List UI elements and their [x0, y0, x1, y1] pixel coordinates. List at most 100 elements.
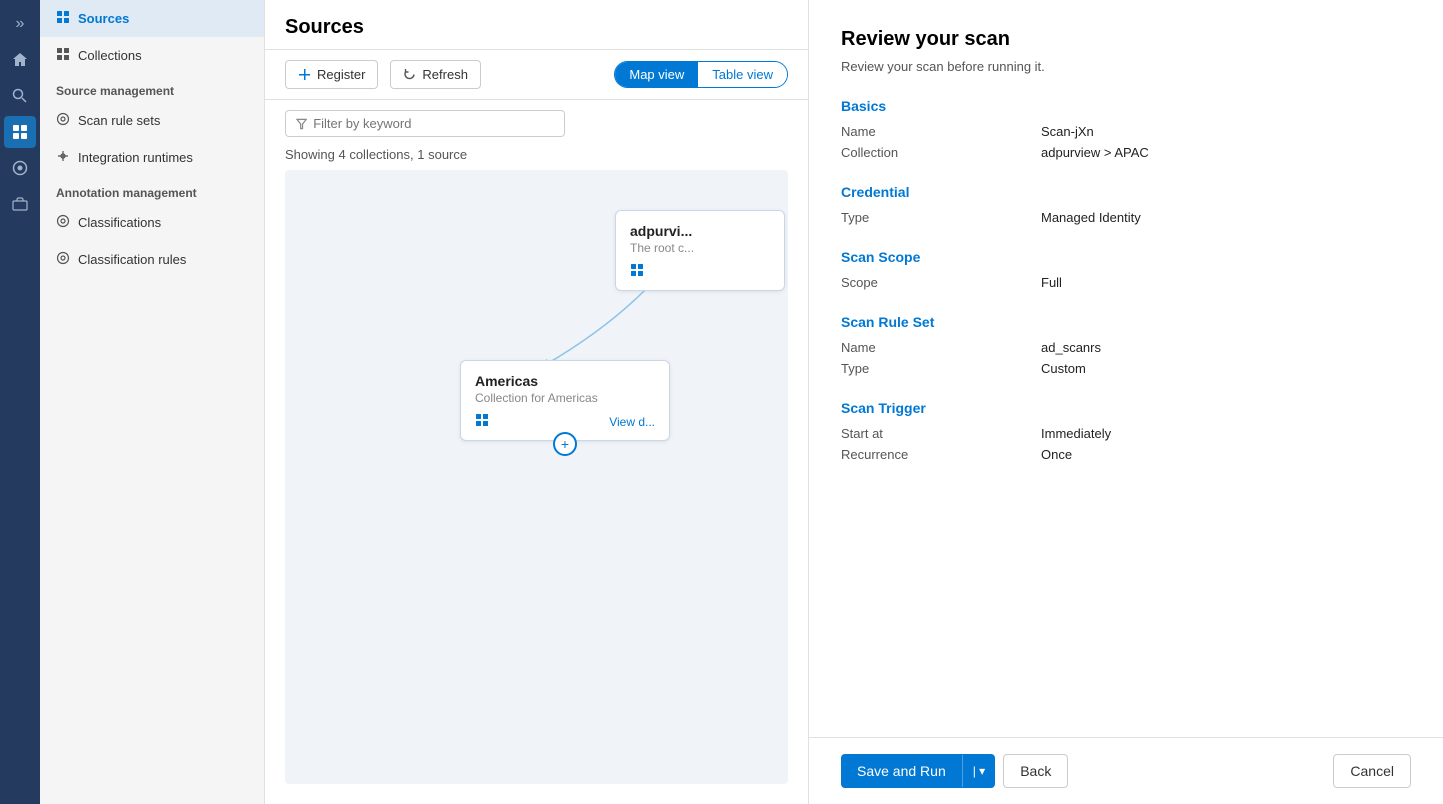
integration-icon [56, 149, 70, 166]
review-section-scan-rule-set: Scan Rule Set Name ad_scanrs Type Custom [841, 314, 1411, 376]
scan-rule-set-name-label: Name [841, 340, 1041, 355]
scan-scope-label: Scope [841, 275, 1041, 290]
adpurview-card-title: adpurvi... [630, 223, 770, 239]
americas-card-title: Americas [475, 373, 655, 389]
adpurview-card: adpurvi... The root c... [615, 210, 785, 291]
sources-icon [56, 10, 70, 27]
basics-section-title: Basics [841, 98, 1411, 114]
americas-add-button[interactable]: + [553, 432, 577, 456]
icon-rail: » [0, 0, 40, 804]
review-panel-subtitle: Review your scan before running it. [841, 59, 1411, 74]
scan-scope-section-title: Scan Scope [841, 249, 1411, 265]
filter-keyword-input[interactable] [313, 116, 554, 131]
americas-card-subtitle: Collection for Americas [475, 391, 655, 405]
scan-rule-set-name-row: Name ad_scanrs [841, 340, 1411, 355]
sidebar-item-sources-label: Sources [78, 11, 129, 26]
refresh-label: Refresh [422, 67, 468, 82]
source-management-header: Source management [40, 74, 264, 102]
scan-trigger-recurrence-row: Recurrence Once [841, 447, 1411, 462]
panel-footer: Save and Run | ▾ Back Cancel [809, 737, 1443, 804]
expand-icon[interactable]: » [4, 8, 36, 40]
save-and-run-label: Save and Run [841, 754, 962, 788]
sidebar-item-integration-runtimes[interactable]: Integration runtimes [40, 139, 264, 176]
back-button[interactable]: Back [1003, 754, 1068, 788]
scan-scope-value: Full [1041, 275, 1062, 290]
map-canvas[interactable]: adpurvi... The root c... Americas Collec… [285, 170, 788, 784]
sidebar-classification-rules-label: Classification rules [78, 252, 186, 267]
basics-name-row: Name Scan-jXn [841, 124, 1411, 139]
sidebar: Sources Collections Source management Sc… [40, 0, 265, 804]
americas-card: Americas Collection for Americas View d.… [460, 360, 670, 441]
save-and-run-dropdown-icon[interactable]: | ▾ [962, 755, 995, 787]
sidebar-item-classification-rules[interactable]: Classification rules [40, 241, 264, 278]
credential-type-value: Managed Identity [1041, 210, 1141, 225]
scan-rule-set-name-value: ad_scanrs [1041, 340, 1101, 355]
sidebar-scan-rule-sets-label: Scan rule sets [78, 113, 160, 128]
scan-trigger-start-row: Start at Immediately [841, 426, 1411, 441]
basics-collection-row: Collection adpurview > APAC [841, 145, 1411, 160]
filter-bar [265, 100, 808, 147]
basics-name-value: Scan-jXn [1041, 124, 1094, 139]
scan-scope-row: Scope Full [841, 275, 1411, 290]
credential-section-title: Credential [841, 184, 1411, 200]
sidebar-integration-runtimes-label: Integration runtimes [78, 150, 193, 165]
table-view-button[interactable]: Table view [698, 62, 787, 87]
credential-type-row: Type Managed Identity [841, 210, 1411, 225]
americas-view-link[interactable]: View d... [609, 415, 655, 429]
scan-rule-set-type-row: Type Custom [841, 361, 1411, 376]
adpurview-grid-icon [630, 263, 644, 280]
sidebar-classifications-label: Classifications [78, 215, 161, 230]
scan-trigger-start-value: Immediately [1041, 426, 1111, 441]
scan-rule-set-type-value: Custom [1041, 361, 1086, 376]
classification-rules-icon [56, 251, 70, 268]
basics-collection-value: adpurview > APAC [1041, 145, 1149, 160]
save-and-run-button[interactable]: Save and Run | ▾ [841, 754, 995, 788]
annotation-management-header: Annotation management [40, 176, 264, 204]
sources-header: Sources [265, 0, 808, 50]
scan-trigger-recurrence-label: Recurrence [841, 447, 1041, 462]
sidebar-item-collections[interactable]: Collections [40, 37, 264, 74]
sidebar-item-collections-label: Collections [78, 48, 142, 63]
data-catalog-icon[interactable] [4, 116, 36, 148]
insights-icon[interactable] [4, 152, 36, 184]
view-toggle: Map view Table view [614, 61, 788, 88]
sources-page-title: Sources [285, 16, 788, 39]
review-section-scan-scope: Scan Scope Scope Full [841, 249, 1411, 290]
review-section-credential: Credential Type Managed Identity [841, 184, 1411, 225]
collections-icon [56, 47, 70, 64]
sidebar-item-scan-rule-sets[interactable]: Scan rule sets [40, 102, 264, 139]
refresh-button[interactable]: Refresh [390, 60, 481, 89]
filter-input-container [285, 110, 565, 137]
scan-trigger-section-title: Scan Trigger [841, 400, 1411, 416]
home-icon[interactable] [4, 44, 36, 76]
sidebar-item-sources[interactable]: Sources [40, 0, 264, 37]
scan-trigger-start-label: Start at [841, 426, 1041, 441]
scan-rule-set-section-title: Scan Rule Set [841, 314, 1411, 330]
main-content: Sources Register Refresh Map view Table … [265, 0, 808, 804]
review-panel-title: Review your scan [841, 28, 1411, 51]
classifications-icon [56, 214, 70, 231]
map-view-button[interactable]: Map view [615, 62, 698, 87]
americas-grid-icon [475, 413, 489, 430]
review-panel: Review your scan Review your scan before… [808, 0, 1443, 804]
adpurview-card-subtitle: The root c... [630, 241, 770, 255]
sources-area: Sources Register Refresh Map view Table … [265, 0, 808, 804]
basics-name-label: Name [841, 124, 1041, 139]
scan-trigger-recurrence-value: Once [1041, 447, 1072, 462]
briefcase-icon[interactable] [4, 188, 36, 220]
sidebar-item-classifications[interactable]: Classifications [40, 204, 264, 241]
register-label: Register [317, 67, 365, 82]
review-section-scan-trigger: Scan Trigger Start at Immediately Recurr… [841, 400, 1411, 462]
scan-rule-set-type-label: Type [841, 361, 1041, 376]
register-button[interactable]: Register [285, 60, 378, 89]
review-section-basics: Basics Name Scan-jXn Collection adpurvie… [841, 98, 1411, 160]
basics-collection-label: Collection [841, 145, 1041, 160]
credential-type-label: Type [841, 210, 1041, 225]
cancel-button[interactable]: Cancel [1333, 754, 1411, 788]
review-panel-content: Review your scan Review your scan before… [809, 0, 1443, 737]
showing-text: Showing 4 collections, 1 source [265, 147, 808, 170]
filter-icon [296, 118, 307, 130]
scan-rule-icon [56, 112, 70, 129]
toolbar: Register Refresh Map view Table view [265, 50, 808, 100]
search-icon[interactable] [4, 80, 36, 112]
